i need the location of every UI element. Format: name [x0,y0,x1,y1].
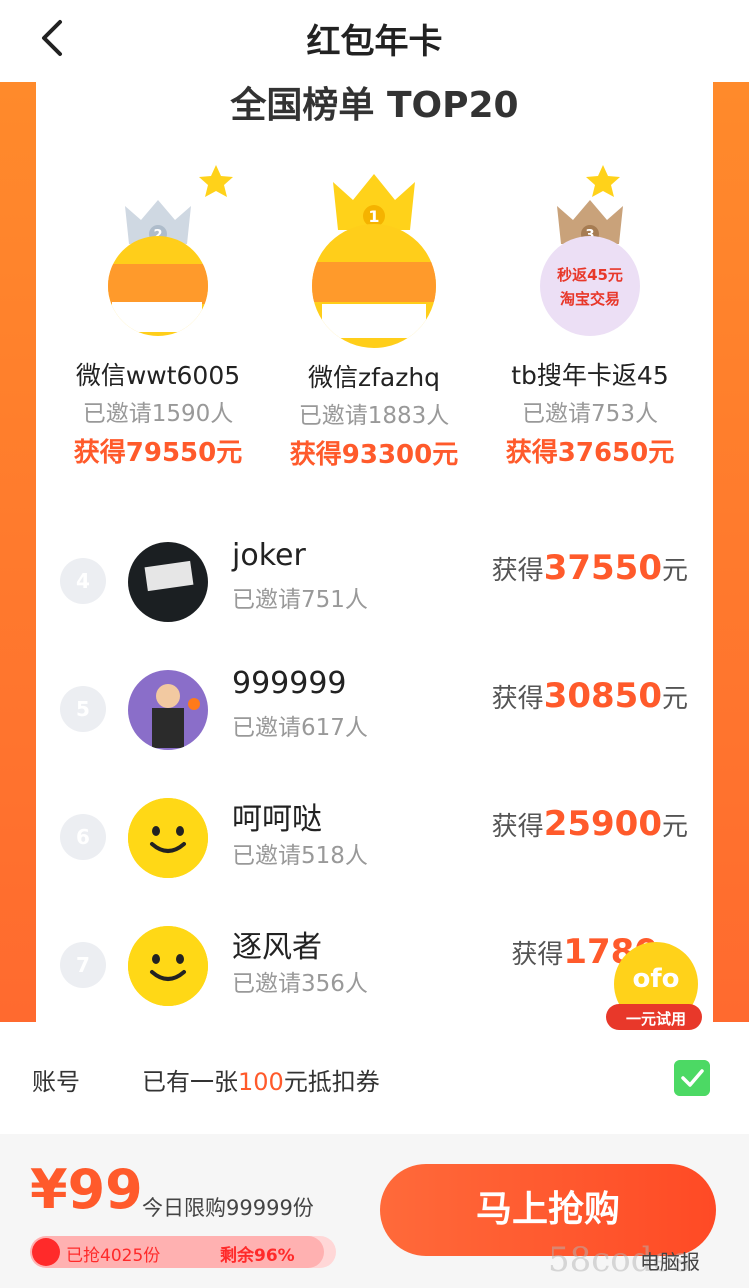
podium-earned: 获得79550元 [73,438,243,468]
price: ¥99 [30,1158,143,1221]
ranking-row[interactable]: 4 joker 已邀请751人 获得37550元 [36,528,713,628]
gold-crown-icon: 1 [333,174,415,230]
rank-number: 7 [60,942,106,988]
user-name: joker [232,538,306,573]
smiley-icon [128,926,208,1006]
podium-name: 微信wwt6005 [75,361,241,390]
account-label: 账号 [32,1068,80,1096]
user-earnings: 获得37550元 [491,548,688,588]
podium-invited: 已邀请753人 [522,401,658,427]
smiley-icon [128,798,208,878]
user-earnings: 获得30850元 [491,676,688,716]
progress-dot-icon [32,1238,60,1266]
ranking-row[interactable]: 6 呵呵哒 已邀请518人 获得25900元 [36,784,713,884]
purchase-bar: ¥99 今日限购99999份 已抢4025份 剩余96% 马上抢购 58code… [0,1134,749,1288]
podium-invited: 已邀请1590人 [82,401,234,427]
rank-number: 5 [60,686,106,732]
avatar [128,542,208,622]
user-invited: 已邀请518人 [232,843,368,869]
rank-number: 6 [60,814,106,860]
avatar [128,670,208,750]
podium-name: 微信zfazhq [307,363,441,392]
user-invited: 已邀请751人 [232,587,368,613]
podium-earned: 获得37650元 [505,438,675,468]
stock-progress: 已抢4025份 剩余96% [30,1236,336,1268]
avatar [128,926,208,1006]
ranking-title: 全国榜单 TOP20 [230,85,519,126]
podium-name: tb搜年卡返45 [511,361,669,390]
ranking-row[interactable]: 5 999999 已邀请617人 获得30850元 [36,656,713,756]
checkbox-checked-icon[interactable] [674,1060,710,1096]
sold-count: 已抢4025份 [66,1246,161,1266]
watermark-account: 电脑报 [640,1250,700,1274]
podium-invited: 已邀请1883人 [298,403,450,429]
podium-rank-2[interactable]: 2 微信wwt6005 已邀请1590人 获得79550元 [58,192,258,482]
remaining-percent: 剩余96% [220,1246,295,1266]
podium-earned: 获得93300元 [289,440,459,470]
ranking-card: 全国榜单 TOP20 2 微信wwt6005 已邀请1590人 获得79550元… [36,82,713,1022]
account-row: 账号 已有一张100元抵扣券 [0,1022,749,1134]
avatar [128,798,208,878]
podium-rank-3[interactable]: 3 秒返45元 淘宝交易 tb搜年卡返45 已邀请753人 获得37650元 [490,192,690,482]
coupon-info: 已有一张100元抵扣券 [142,1068,380,1096]
user-name: 呵呵哒 [232,802,322,837]
rank-2-badge [108,236,208,336]
rank-1-badge [312,224,436,348]
rank-number: 4 [60,558,106,604]
rank-3-badge: 秒返45元 淘宝交易 [540,236,640,336]
page-title: 红包年卡 [306,22,443,62]
user-name: 逐风者 [232,930,322,965]
purchase-limit: 今日限购99999份 [142,1196,314,1220]
user-invited: 已邀请617人 [232,715,368,741]
ofo-float-ad[interactable]: ofo 一元试用 [600,940,712,1036]
user-earnings: 获得25900元 [491,804,688,844]
header-bar: 红包年卡 [0,0,749,82]
user-invited: 已邀请356人 [232,971,368,997]
podium-rank-1[interactable]: 1 微信zfazhq 已邀请1883人 获得93300元 [274,172,474,482]
user-name: 999999 [232,666,347,701]
